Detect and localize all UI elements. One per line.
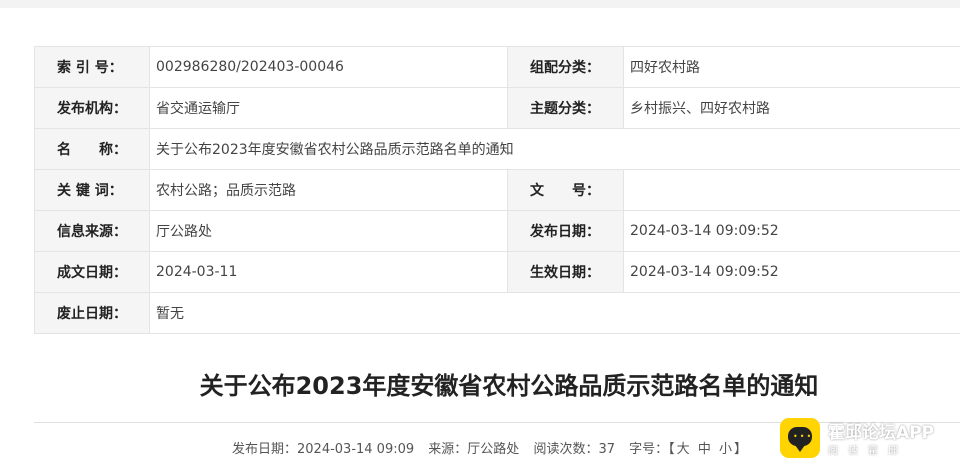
document-meta-table: 索 引 号： 002986280/202403-00046 组配分类： 四好农村… [34,46,960,334]
font-size-label: 字号：【 [629,442,675,457]
topic-label: 主题分类： [507,87,624,129]
font-size-large-button[interactable]: 大 [675,442,692,457]
article-info-line: 发布日期：2024-03-14 09:09 来源：厅公路处 阅读次数：37 字号… [232,438,757,457]
effective-date-value: 2024-03-14 09:09:52 [623,251,960,293]
publish-date-label: 发布日期： [507,210,624,252]
source-value: 厅公路处 [149,210,508,252]
publisher-label: 发布机构： [34,87,150,129]
table-row: 成文日期： 2024-03-11 生效日期： 2024-03-14 09:09:… [34,251,960,293]
watermark-app-name: 霍邱论坛APP [828,423,935,443]
written-date-label: 成文日期： [34,251,150,293]
docno-value [623,169,960,211]
table-row: 废止日期： 暂无 [34,292,960,334]
index-value: 002986280/202403-00046 [149,46,508,88]
table-row: 名 称： 关于公布2023年度安徽省农村公路品质示范路名单的通知 [34,128,960,170]
index-label: 索 引 号： [34,46,150,88]
docno-label: 文 号： [507,169,624,211]
expiry-date-value: 暂无 [149,292,960,334]
table-row: 发布机构： 省交通运输厅 主题分类： 乡村振兴、四好农村路 [34,87,960,129]
article-source: 来源：厅公路处 [428,442,520,457]
name-label: 名 称： [34,128,150,170]
top-strip [0,0,960,8]
keywords-value: 农村公路；品质示范路 [149,169,508,211]
source-label: 信息来源： [34,210,150,252]
category-value: 四好农村路 [623,46,960,88]
article-title: 关于公布2023年度安徽省农村公路品质示范路名单的通知 [199,372,819,400]
font-size-close: 】 [733,442,747,457]
topic-value: 乡村振兴、四好农村路 [623,87,960,129]
expiry-date-label: 废止日期： [34,292,150,334]
app-watermark: ••• 霍邱论坛APP 阅读霍邱 [780,416,960,460]
table-row: 索 引 号： 002986280/202403-00046 组配分类： 四好农村… [34,46,960,88]
publish-date-value: 2024-03-14 09:09:52 [623,210,960,252]
chat-bubble-icon: ••• [780,418,820,458]
watermark-subtitle: 阅读霍邱 [828,446,908,457]
name-value: 关于公布2023年度安徽省农村公路品质示范路名单的通知 [149,128,960,170]
publisher-value: 省交通运输厅 [149,87,508,129]
article-publish-date: 发布日期：2024-03-14 09:09 [232,442,415,457]
keywords-label: 关 键 词： [34,169,150,211]
font-size-medium-button[interactable]: 中 [696,442,713,457]
table-row: 信息来源： 厅公路处 发布日期： 2024-03-14 09:09:52 [34,210,960,252]
table-row: 关 键 词： 农村公路；品质示范路 文 号： [34,169,960,211]
written-date-value: 2024-03-11 [149,251,508,293]
category-label: 组配分类： [507,46,624,88]
font-size-small-button[interactable]: 小 [717,442,734,457]
effective-date-label: 生效日期： [507,251,624,293]
article-read-count: 阅读次数：37 [533,442,615,457]
font-size-control: 字号：【大 中 小】 [629,442,747,457]
